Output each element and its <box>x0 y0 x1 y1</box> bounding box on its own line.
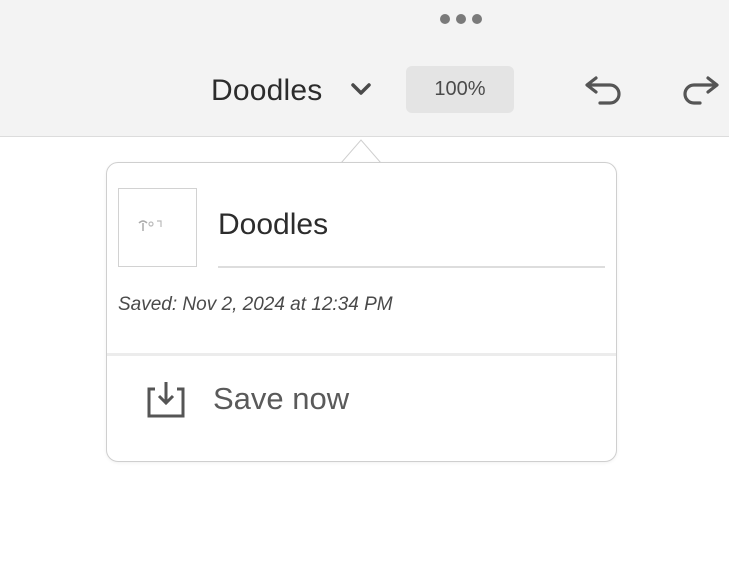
top-toolbar: Doodles 100% <box>0 0 729 137</box>
document-name-field[interactable]: Doodles <box>218 203 605 268</box>
redo-icon[interactable] <box>680 72 720 106</box>
save-download-icon <box>147 382 185 418</box>
more-options-icon[interactable] <box>440 14 482 24</box>
zoom-level-value: 100% <box>434 78 486 100</box>
popover-arrow <box>341 139 381 164</box>
document-thumbnail <box>118 188 197 267</box>
save-now-label: Save now <box>213 381 350 416</box>
document-title[interactable]: Doodles <box>211 72 322 110</box>
document-name-value: Doodles <box>218 208 329 241</box>
save-now-button[interactable]: Save now <box>107 356 616 460</box>
chevron-down-icon[interactable] <box>347 77 375 101</box>
undo-icon[interactable] <box>584 72 624 106</box>
saved-status: Saved: Nov 2, 2024 at 12:34 PM <box>118 294 393 315</box>
document-popover: Doodles Saved: Nov 2, 2024 at 12:34 PM S… <box>106 162 617 462</box>
zoom-level-button[interactable]: 100% <box>406 66 514 113</box>
doodle-preview-icon <box>138 220 162 231</box>
app-window: Doodles 100% Doodles Saved: Nov 2, 2024 … <box>0 0 729 581</box>
